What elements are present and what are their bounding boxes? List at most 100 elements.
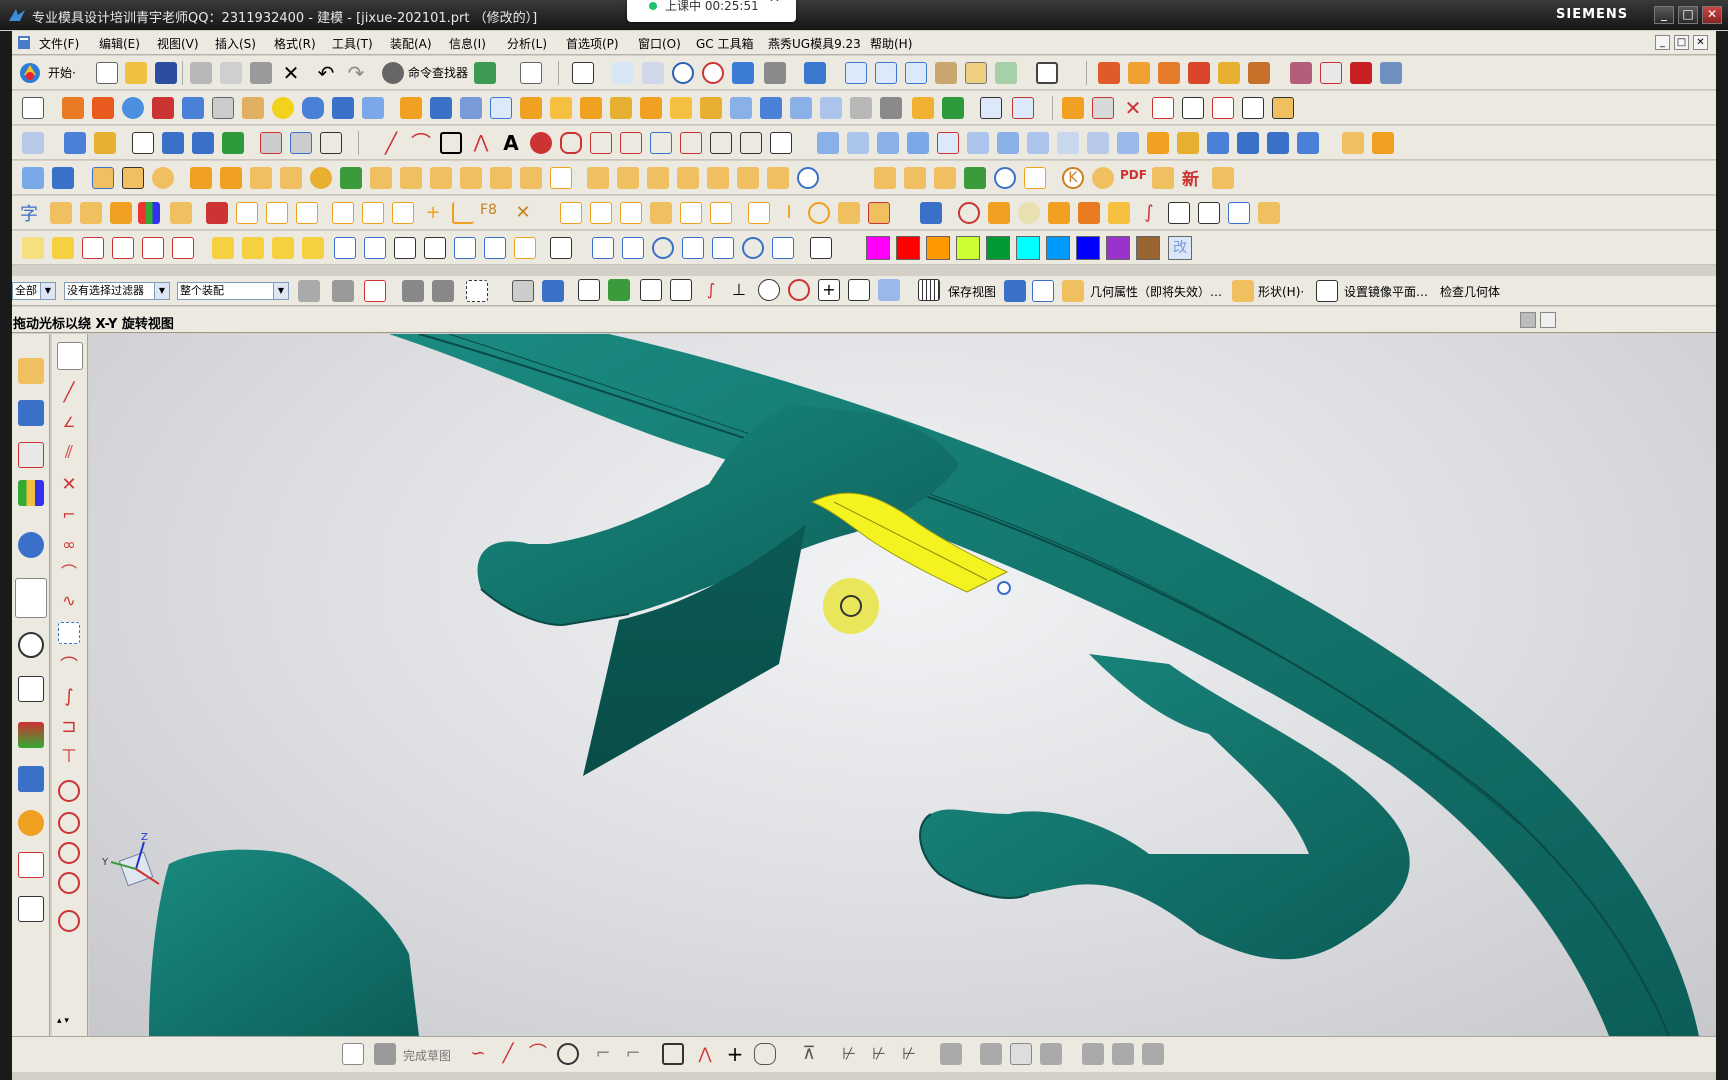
pane-icon-7[interactable] [514, 237, 536, 259]
lifter-icon[interactable] [460, 167, 482, 189]
lightning-icon[interactable] [920, 202, 942, 224]
measure-length-icon[interactable] [1032, 280, 1054, 302]
sketch-trim-icon[interactable]: ⊐ [58, 716, 80, 738]
layer-icon[interactable] [965, 62, 987, 84]
color-swatch-blue[interactable] [1076, 236, 1100, 260]
cube-icon[interactable] [332, 97, 354, 119]
follow-select-icon[interactable] [432, 280, 454, 302]
bottom-circle-icon[interactable] [557, 1043, 579, 1065]
cooling-icon-2[interactable] [617, 167, 639, 189]
axes-icon[interactable] [1228, 202, 1250, 224]
face-filter-icon[interactable] [542, 280, 564, 302]
copy-icon[interactable] [220, 62, 242, 84]
menu-file[interactable]: 文件(F) [39, 35, 79, 52]
corner-icon-2[interactable] [242, 237, 264, 259]
finish-sketch-button[interactable]: 完成草图 [403, 1047, 451, 1064]
gear-icon[interactable] [152, 167, 174, 189]
pane-icon-2[interactable] [364, 237, 386, 259]
doc-restore-button[interactable]: □ [1674, 35, 1689, 50]
frame-icon[interactable] [236, 202, 258, 224]
surface-icon-17[interactable] [1297, 132, 1319, 154]
snap-point-icon-7[interactable] [772, 237, 794, 259]
delete-face-icon[interactable] [1092, 97, 1114, 119]
cooling-icon-6[interactable] [737, 167, 759, 189]
ejector-icon[interactable] [370, 167, 392, 189]
close-button[interactable]: ✕ [1702, 6, 1722, 24]
color-swatch-lime[interactable] [956, 236, 980, 260]
boss-icon[interactable] [212, 97, 234, 119]
info-icon[interactable] [520, 62, 542, 84]
bottom-show-constraint-icon[interactable] [1040, 1043, 1062, 1065]
groove-icon[interactable] [400, 97, 422, 119]
chamfer-icon[interactable] [610, 97, 632, 119]
scale-icon[interactable] [730, 97, 752, 119]
sketch-arc-icon[interactable]: ⌒ [58, 656, 80, 678]
cart-icon[interactable] [1152, 167, 1174, 189]
new-file-icon[interactable] [96, 62, 118, 84]
intersect-icon[interactable] [980, 97, 1002, 119]
color-swatch-sky[interactable] [1046, 236, 1070, 260]
fit-icon[interactable] [572, 62, 594, 84]
bottom-chamfer-icon[interactable]: ⌐ [622, 1043, 644, 1065]
edit-icon-4[interactable] [172, 237, 194, 259]
sketch-circle-icon-2[interactable] [58, 812, 80, 834]
pan-icon[interactable] [702, 62, 724, 84]
process-studio-icon[interactable] [18, 676, 44, 702]
sketch-task-icon[interactable] [342, 1043, 364, 1065]
sketch-circle-icon-5[interactable] [58, 910, 80, 932]
extract-curve-icon[interactable] [740, 132, 762, 154]
hand-icon[interactable] [620, 202, 642, 224]
layer-settings-icon[interactable] [22, 132, 44, 154]
color-swatch-red[interactable] [896, 236, 920, 260]
sketch-point-icon[interactable]: ⌐ [58, 504, 80, 526]
pull-face-icon[interactable] [1182, 97, 1204, 119]
check-geometry-button[interactable]: 检查几何体 [1440, 283, 1500, 300]
set-mirror-plane-button[interactable]: 设置镜像平面… [1344, 283, 1428, 300]
menu-gc-toolbox[interactable]: GC 工具箱 [696, 35, 754, 52]
datum-axis-icon[interactable] [260, 132, 282, 154]
overlap-icon[interactable] [868, 202, 890, 224]
maximize-button[interactable]: □ [1678, 6, 1698, 24]
paste-icon[interactable] [250, 62, 272, 84]
pane-icon-8[interactable] [550, 237, 572, 259]
assembly-navigator-icon[interactable] [18, 358, 44, 384]
mold-icon-3[interactable] [1158, 62, 1180, 84]
bottom-point-icon[interactable]: + [724, 1043, 746, 1065]
rotate-icon[interactable] [672, 62, 694, 84]
general-select-icon[interactable] [402, 280, 424, 302]
bottom-corner-icon[interactable]: ⊬ [868, 1043, 890, 1065]
cross-section-icon[interactable] [266, 202, 288, 224]
wcs-origin-icon[interactable] [94, 132, 116, 154]
shape-icon[interactable] [1232, 280, 1254, 302]
menu-info[interactable]: 信息(I) [449, 35, 486, 52]
perspective-icon[interactable] [732, 62, 754, 84]
wire-cube-icon[interactable] [1168, 202, 1190, 224]
sketch-circle-icon-3[interactable] [58, 842, 80, 864]
point-set-icon[interactable] [192, 132, 214, 154]
bottom-infer-icon[interactable] [1142, 1043, 1164, 1065]
angle-icon[interactable] [452, 202, 474, 224]
color-swatch-green[interactable] [986, 236, 1010, 260]
document-menu-icon[interactable] [17, 34, 33, 50]
existing-point-icon[interactable]: + [818, 279, 840, 301]
a-box-icon[interactable] [1198, 202, 1220, 224]
layout-icon[interactable] [810, 237, 832, 259]
sketch-line-icon[interactable]: ╱ [58, 382, 80, 404]
corner-icon-4[interactable] [302, 237, 324, 259]
project-curve-icon[interactable] [650, 132, 672, 154]
offset-face-icon[interactable] [700, 97, 722, 119]
snap-all-icon[interactable] [578, 279, 600, 301]
color-swatch-brown[interactable] [1136, 236, 1160, 260]
menu-view[interactable]: 视图(V) [157, 35, 199, 52]
bottom-rectangle-icon[interactable] [662, 1043, 684, 1065]
arc-center-icon[interactable] [758, 279, 780, 301]
surface-icon-6[interactable] [967, 132, 989, 154]
roles-icon[interactable] [18, 810, 44, 836]
view-right-icon[interactable] [935, 62, 957, 84]
move-face-icon[interactable] [1062, 97, 1084, 119]
command-finder-button[interactable]: 命令查找器 [408, 64, 468, 81]
mold-icon-5[interactable] [1218, 62, 1240, 84]
menu-window[interactable]: 窗口(O) [638, 35, 681, 52]
f8-button[interactable]: F8 [480, 202, 497, 218]
type-filter-select[interactable]: 没有选择过滤器 ▼ [64, 282, 170, 300]
